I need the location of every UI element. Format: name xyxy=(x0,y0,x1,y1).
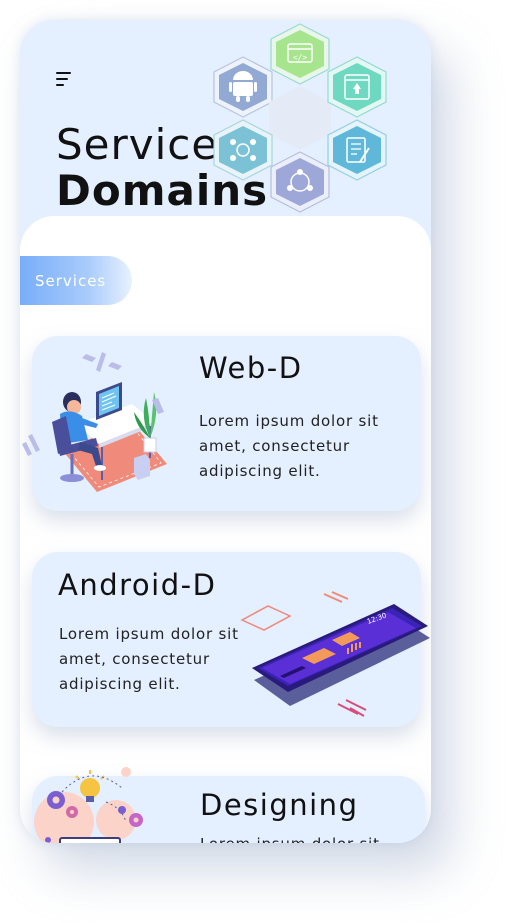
page-title-line1: Service xyxy=(56,120,219,169)
service-title: Android-D xyxy=(58,568,217,602)
service-card-web[interactable]: Web-D Lorem ipsum dolor sit amet, consec… xyxy=(22,336,421,511)
service-description: Lorem ipsum dolor sit amet, consectetur … xyxy=(199,412,379,480)
hamburger-menu-icon[interactable] xyxy=(56,72,72,86)
service-title: Designing xyxy=(200,788,359,822)
web-developer-illustration xyxy=(22,352,167,492)
web-rocket-icon[interactable] xyxy=(327,56,387,118)
placeholder-hex xyxy=(269,86,331,150)
user-network-icon[interactable] xyxy=(270,151,330,213)
service-description: Lorem ipsum dolor sit xyxy=(200,832,400,843)
service-card-android[interactable]: Android-D Lorem ipsum dolor sit amet, co… xyxy=(32,552,430,727)
document-edit-icon[interactable] xyxy=(327,119,387,181)
network-cube-icon[interactable] xyxy=(213,119,273,181)
tab-services[interactable]: Services xyxy=(20,256,132,305)
domain-hex-cluster: </> xyxy=(213,23,387,213)
svg-text:</>: </> xyxy=(293,53,308,62)
services-sheet: Services Web-D Lorem ipsum dolor sit ame… xyxy=(20,216,431,843)
designing-illustration xyxy=(34,767,143,843)
service-title: Web-D xyxy=(199,351,303,385)
service-card-designing[interactable]: Designing Lorem ipsum dolor sit xyxy=(32,767,425,843)
app-screen: Service Domains </> Services Web-D Lorem… xyxy=(20,20,431,843)
code-window-icon[interactable]: </> xyxy=(270,23,330,85)
phone-app-illustration: 12:30 xyxy=(240,591,430,717)
android-icon[interactable] xyxy=(213,56,273,118)
service-description: Lorem ipsum dolor sit amet, consectetur … xyxy=(59,625,239,693)
